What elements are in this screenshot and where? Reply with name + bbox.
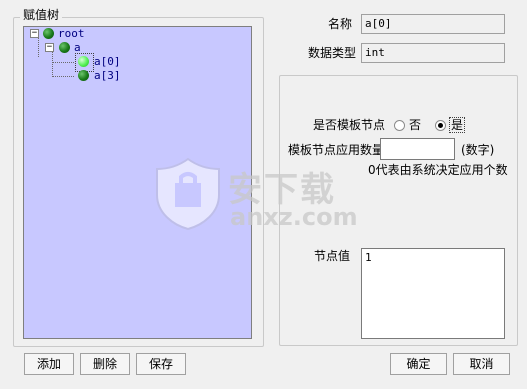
radio-no[interactable] xyxy=(394,120,405,131)
watermark-shield-icon xyxy=(156,157,220,231)
tree-connector-line xyxy=(52,62,74,63)
template-count-input[interactable] xyxy=(380,138,455,160)
radio-no-label[interactable]: 否 xyxy=(409,118,421,132)
tree-node-a3[interactable]: a[3] xyxy=(94,70,121,82)
green-node-icon-selected xyxy=(78,56,89,67)
zero-note: 0代表由系统决定应用个数 xyxy=(368,163,508,177)
is-template-label: 是否模板节点 xyxy=(313,118,386,132)
tree-node-root[interactable]: root xyxy=(58,28,85,40)
tree-group-title: 赋值树 xyxy=(20,8,63,22)
save-button[interactable]: 保存 xyxy=(136,353,186,375)
name-field[interactable]: a[0] xyxy=(361,14,505,34)
tree-connector-line xyxy=(38,38,39,57)
ok-button[interactable]: 确定 xyxy=(390,353,447,375)
name-label: 名称 xyxy=(328,17,353,31)
collapse-toggle-root[interactable]: − xyxy=(30,29,39,38)
data-type-field[interactable]: int xyxy=(361,43,505,63)
add-button[interactable]: 添加 xyxy=(24,353,74,375)
count-hint: (数字) xyxy=(461,143,495,157)
delete-button[interactable]: 删除 xyxy=(80,353,130,375)
template-count-label: 模板节点应用数量 xyxy=(288,143,385,157)
green-node-icon xyxy=(59,42,70,53)
node-value-label: 节点值 xyxy=(314,249,351,263)
collapse-toggle-a[interactable]: − xyxy=(45,43,54,52)
data-type-label: 数据类型 xyxy=(308,46,357,60)
radio-yes[interactable] xyxy=(435,120,446,131)
tree-node-a0[interactable]: a[0] xyxy=(94,56,121,68)
green-node-icon xyxy=(78,70,89,81)
cancel-button[interactable]: 取消 xyxy=(453,353,510,375)
tree-connector-line xyxy=(52,76,74,77)
node-value-textarea[interactable]: 1 xyxy=(361,248,505,339)
tree-connector-line xyxy=(52,52,53,77)
radio-yes-label[interactable]: 是 xyxy=(449,117,466,133)
green-node-icon xyxy=(43,28,54,39)
